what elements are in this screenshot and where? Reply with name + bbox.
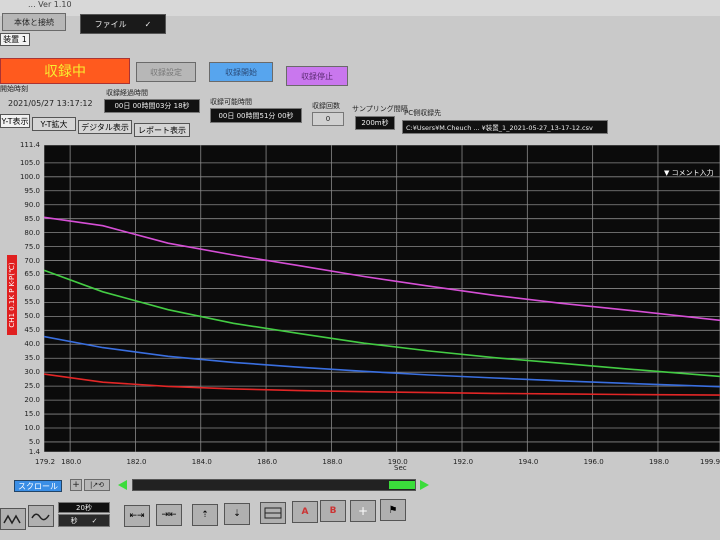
zoom-out-time-icon[interactable]: ⇥⇤ [156, 504, 182, 526]
y-tick-label: 30.0 [24, 368, 40, 377]
record-start-button[interactable]: 収録開始 [209, 62, 273, 82]
remaining-label: 収録可能時間 [210, 98, 252, 106]
scroll-left-icon[interactable] [118, 480, 127, 490]
x-tick-label: 198.0 [648, 458, 669, 466]
tab-report[interactable]: レポート表示 [134, 123, 190, 137]
x-tick-label: 192.0 [453, 458, 474, 466]
record-settings-button[interactable]: 収録設定 [136, 62, 196, 82]
pc-dest-label: PC側収録先 [404, 109, 442, 117]
start-time-value: 2021/05/27 13:17:12 [8, 99, 93, 108]
x-tick-label: 196.0 [583, 458, 604, 466]
y-tick-label: 35.0 [24, 354, 40, 363]
window-title: ... Ver 1.10 [28, 0, 72, 9]
line-chart [44, 145, 720, 452]
series-line-2 [44, 269, 720, 378]
x-tick-label: 194.0 [518, 458, 539, 466]
scroll-thumb[interactable] [389, 481, 415, 489]
scroll-track[interactable] [132, 479, 416, 491]
chevron-down-icon: ✓ [144, 19, 152, 29]
elapsed-label: 収録経過時間 [106, 89, 148, 97]
y-tick-label: 5.0 [28, 437, 40, 446]
cursor-b-icon[interactable]: B [320, 500, 346, 522]
x-tick-label: 199.9 [700, 458, 720, 466]
x-tick-label: 180.0 [61, 458, 82, 466]
marker-flag-icon[interactable]: ⚑ [380, 499, 406, 521]
time-scrollbar[interactable] [118, 479, 430, 491]
x-tick-label: 182.0 [126, 458, 147, 466]
scroll-right-icon[interactable] [420, 480, 429, 490]
span-unit-select[interactable]: 秒 ✓ [58, 514, 110, 527]
y-tick-label: 1.4 [28, 448, 40, 456]
x-tick-label: 179.2 [35, 458, 56, 466]
span-unit-label: 秒 [70, 516, 78, 525]
y-tick-label: 65.0 [24, 270, 40, 279]
tab-yt-view[interactable]: Y-T表示 [0, 114, 30, 128]
y-tick-label: 15.0 [24, 410, 40, 419]
wave-smooth-icon[interactable] [28, 505, 54, 527]
y-tick-label: 20.0 [24, 396, 40, 405]
plus-icon[interactable]: + [70, 479, 82, 491]
recording-status: 収録中 [0, 58, 130, 84]
tab-digital[interactable]: デジタル表示 [78, 120, 132, 134]
cursor-a-icon[interactable]: A [292, 501, 318, 523]
y-tick-label: 10.0 [24, 423, 40, 432]
y-tick-label: 70.0 [24, 256, 40, 265]
x-tick-label: 184.0 [191, 458, 212, 466]
grid-layout-icon[interactable] [260, 502, 286, 524]
y-tick-label: 95.0 [24, 186, 40, 195]
x-tick-label: 186.0 [257, 458, 278, 466]
y-tick-label: 100.0 [19, 172, 40, 181]
y-axis-title: CH1 0.1K P K-P(℃) [7, 255, 17, 335]
y-tick-label: 25.0 [24, 382, 40, 391]
x-tick-label: 188.0 [322, 458, 343, 466]
start-time-label: 開始時刻 [0, 85, 28, 93]
record-stop-button[interactable]: 収録停止 [286, 66, 348, 86]
y-tick-label: 85.0 [24, 214, 40, 223]
elapsed-field: 00日 00時間03分 18秒 [104, 99, 200, 113]
y-tick-label: 60.0 [24, 284, 40, 293]
zoom-out-amplitude-icon[interactable]: ⇣ [224, 503, 250, 525]
interval-field: 200m秒 [355, 116, 395, 130]
span-field[interactable]: 20秒 [58, 502, 110, 513]
y-tick-label: 40.0 [24, 340, 40, 349]
y-tick-label: 90.0 [24, 200, 40, 209]
y-tick-label: 55.0 [24, 298, 40, 307]
scroll-button[interactable]: スクロール [14, 480, 62, 492]
file-menu[interactable]: ファイル ✓ [80, 14, 166, 34]
y-tick-label: 80.0 [24, 228, 40, 237]
tab-device-1[interactable]: 装置 1 [0, 33, 30, 46]
count-field: 0 [312, 112, 344, 126]
tab-yt-zoom[interactable]: Y-T拡大 [32, 117, 76, 131]
zoom-in-amplitude-icon[interactable]: ⇡ [192, 504, 218, 526]
remaining-field: 00日 00時間51分 00秒 [210, 108, 302, 123]
series-line-4 [44, 373, 720, 396]
main-unit-button[interactable]: 本体と接続 [2, 13, 66, 31]
waveform-icon[interactable] [0, 508, 26, 530]
zoom-in-time-icon[interactable]: ⇤⇥ [124, 505, 150, 527]
cursor-tools-icon[interactable]: |↗⟲ [84, 479, 110, 491]
interval-label: サンプリング間隔 [352, 105, 408, 113]
chart-plot-area[interactable] [44, 145, 720, 452]
y-tick-label: 75.0 [24, 242, 40, 251]
count-label: 収録回数 [312, 102, 340, 110]
file-menu-label: ファイル [94, 19, 127, 29]
chevron-down-icon: ✓ [91, 516, 98, 525]
comment-input-button[interactable]: ▼ コメント入力 [664, 168, 714, 178]
y-tick-label: 50.0 [24, 312, 40, 321]
x-axis-unit: Sec [394, 464, 407, 472]
y-tick-label: 105.0 [19, 158, 40, 167]
pc-dest-field: C:¥Users¥M.Cheuch ... ¥装置_1_2021-05-27_1… [402, 120, 608, 134]
crosshair-icon[interactable]: + [350, 500, 376, 522]
y-tick-label: 111.4 [19, 141, 40, 149]
y-tick-label: 45.0 [24, 326, 40, 335]
